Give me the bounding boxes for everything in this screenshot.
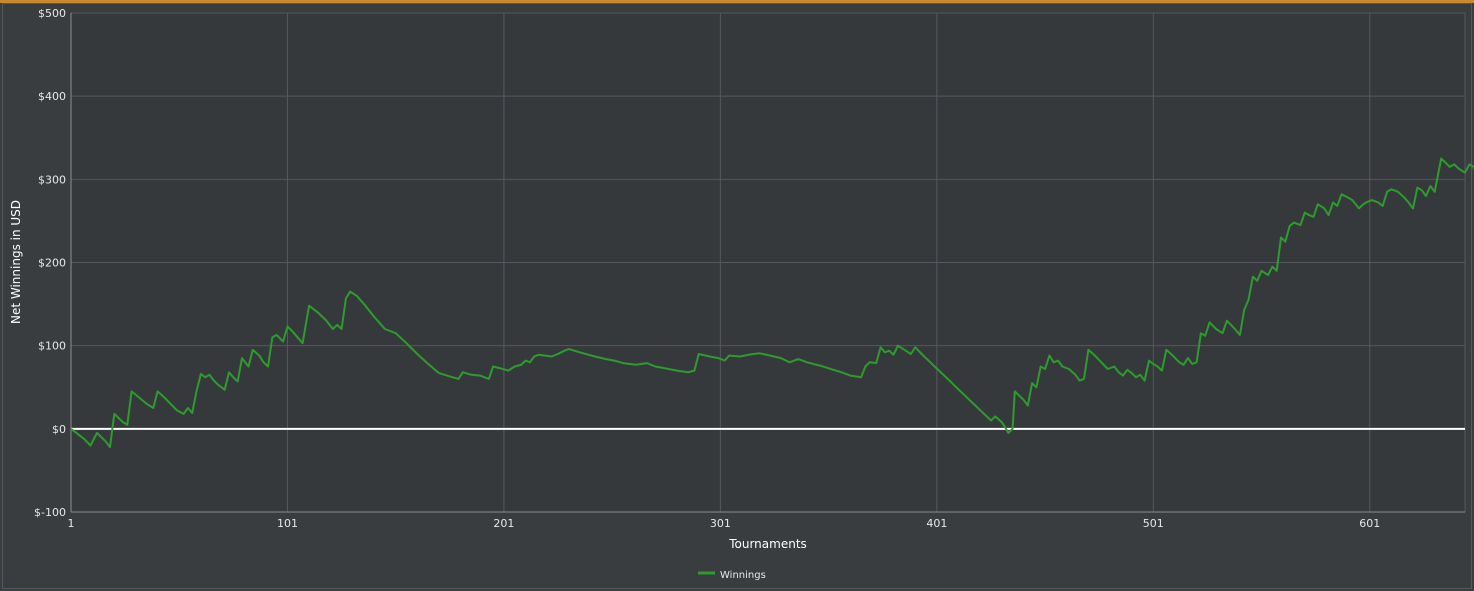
x-tick-label: 601 [1359, 517, 1380, 530]
x-tick-label: 1 [68, 517, 75, 530]
y-tick-label: $200 [38, 257, 66, 270]
x-axis-ticks: 1 101 201 301 401 501 601 [68, 517, 1381, 530]
y-tick-label: $400 [38, 90, 66, 103]
x-tick-label: 401 [926, 517, 947, 530]
y-axis-ticks: $-100 $0 $100 $200 $300 $400 $500 [34, 7, 66, 519]
y-tick-label: $0 [52, 423, 66, 436]
y-tick-label: $500 [38, 7, 66, 20]
x-tick-label: 101 [277, 517, 298, 530]
x-tick-label: 301 [710, 517, 731, 530]
x-tick-label: 201 [493, 517, 514, 530]
y-tick-label: $-100 [34, 506, 66, 519]
x-axis-title: Tournaments [728, 537, 807, 551]
y-tick-label: $300 [38, 173, 66, 186]
y-axis-title: Net Winnings in USD [9, 200, 23, 324]
y-tick-label: $100 [38, 340, 66, 353]
x-tick-label: 501 [1143, 517, 1164, 530]
winnings-chart: $-100 $0 $100 $200 $300 $400 $500 1 101 201 301 40… [9, 7, 1474, 581]
legend: Winnings [698, 570, 766, 581]
legend-label-winnings: Winnings [720, 570, 766, 581]
